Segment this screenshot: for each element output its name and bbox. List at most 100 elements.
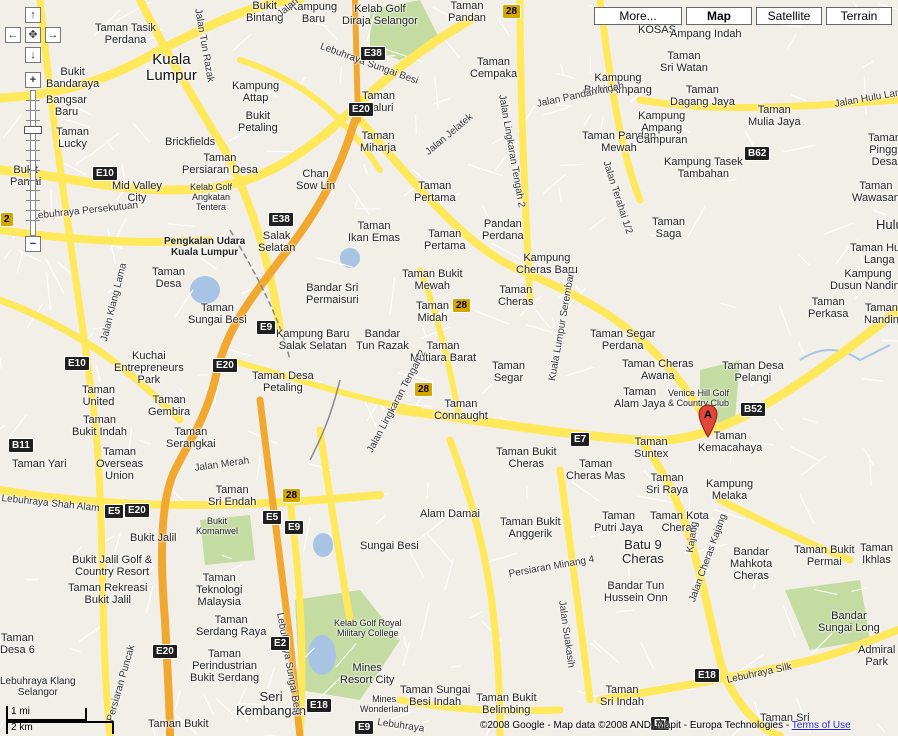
label-putri-jaya: Taman Putri Jaya <box>594 510 643 534</box>
label-chan-sow-lin: Chan Sow Lin <box>296 168 336 192</box>
label-desa-petaling: Taman Desa Petaling <box>252 370 314 394</box>
label-bukit-jalil: Bukit Jalil <box>130 532 177 544</box>
label-hulu-langat-taman: Taman Hulu Langa <box>850 242 898 266</box>
scale-km-label: 2 km <box>11 722 33 733</box>
label-brickfields: Brickfields <box>165 136 216 148</box>
label-pengkalan-udara: Pengkalan Udara Kuala Lumpur <box>164 236 246 258</box>
label-pandan-perdana: Pandan Perdana <box>482 218 524 242</box>
label-alam-damai: Alam Damai <box>420 508 480 520</box>
label-persiaran-desa: Taman Persiaran Desa <box>182 152 258 176</box>
map-type-bar: More... Map Satellite Terrain <box>594 7 892 25</box>
more-button[interactable]: More... <box>594 7 682 25</box>
label-salak-selatan: Salak Selatan <box>258 230 296 254</box>
shield-b52: B52 <box>740 402 767 417</box>
label-perindustrian-bukit-serdang: Taman Perindustrian Bukit Serdang <box>190 648 260 684</box>
label-bukit-pantai: Bukit Pantai <box>10 164 42 188</box>
map-type-satellite-button[interactable]: Satellite <box>756 7 822 25</box>
label-kampung-baru-salak: Kampung Baru Salak Selatan <box>276 328 350 352</box>
label-serdang-raya: Taman Serdang Raya <box>196 614 267 638</box>
zoom-out-button[interactable]: − <box>25 236 41 252</box>
label-mines-resort: Mines Resort City <box>340 662 395 686</box>
label-lebuhraya-klang-selangor: Lebuhraya Klang Selangor <box>0 676 76 698</box>
label-bukit-jalil-golf: Bukit Jalil Golf & Country Resort <box>72 554 153 578</box>
zoom-tick <box>26 170 40 171</box>
shield-e38-a: E38 <box>360 46 386 61</box>
label-taman-desa-6: Taman Desa 6 <box>0 632 35 656</box>
label-tasik-perdana: Taman Tasik Perdana <box>95 22 156 46</box>
map-canvas[interactable]: Kuala Lumpur Bukit Bintang Kampung Baru … <box>0 0 898 736</box>
label-bukit-komanwel: Bukit Komanwel <box>196 516 239 536</box>
label-serangkai: Taman Serangkai <box>166 426 216 450</box>
label-bukit-bandaraya: Bukit Bandaraya <box>46 66 100 90</box>
label-taman-cheras: Taman Cheras <box>498 284 534 308</box>
label-bukit-mewah: Taman Bukit Mewah <box>402 268 463 292</box>
label-connaught: Taman Connaught <box>434 398 488 422</box>
label-ampang-indah: Ampang Indah <box>670 28 742 40</box>
terms-of-use-link[interactable]: Terms of Use <box>792 720 851 731</box>
pan-center-button[interactable]: ✥ <box>25 27 41 43</box>
label-taman-miharja: Taman Miharja <box>360 130 397 154</box>
label-segar-perdana: Taman Segar Perdana <box>590 328 656 352</box>
shield-e10-b: E10 <box>64 356 90 371</box>
label-cheras-awana: Taman Cheras Awana <box>622 358 694 382</box>
label-pandan: Taman Pandan <box>448 0 486 24</box>
label-bandar-sri-permaisuri: Bandar Sri Permaisuri <box>306 282 359 306</box>
shield-e5-b: E5 <box>262 510 283 525</box>
shield-2: 2 <box>0 212 14 227</box>
label-tun-razak: Bandar Tun Razak <box>356 328 409 352</box>
shield-e20-c: E20 <box>124 503 150 518</box>
label-sri-raya: Taman Sri Raya <box>646 472 689 496</box>
label-bukit-belimbing: Taman Bukit Belimbing <box>476 692 537 716</box>
copyright-text: ©2008 Google - Map data ©2008 AND, Mapit… <box>480 720 792 731</box>
label-mahkota-cheras: Bandar Mahkota Cheras <box>730 546 773 582</box>
label-batu9-cheras: Batu 9 Cheras <box>622 537 664 566</box>
zoom-tick <box>26 100 40 101</box>
label-taman-segar: Taman Segar <box>492 360 526 384</box>
label-sungai-besi-taman: Taman Sungai Besi <box>188 302 247 326</box>
label-kelab-golf-diraja: Kelab Golf Diraja Selangor <box>342 3 418 27</box>
shield-e9-b: E9 <box>284 520 305 535</box>
shield-e38-b: E38 <box>268 212 294 227</box>
label-kelab-golf-royal: Kelab Golf Royal Military College <box>334 618 402 638</box>
label-kampung-tasek-tambahan: Kampung Tasek Tambahan <box>664 156 743 180</box>
label-taman-bukit: Taman Bukit <box>148 718 209 730</box>
zoom-tick <box>26 120 40 121</box>
shield-28-a: 28 <box>502 4 522 19</box>
zoom-slider-track[interactable] <box>30 90 36 236</box>
zoom-in-button[interactable]: + <box>25 72 41 88</box>
pan-down-button[interactable]: ↓ <box>25 47 41 63</box>
label-kampung-melaka: Kampung Melaka <box>706 478 754 502</box>
label-sungai-besi-indah: Taman Sungai Besi Indah <box>400 684 471 708</box>
label-sungai-besi: Sungai Besi <box>360 540 419 552</box>
map-type-map-button[interactable]: Map <box>686 7 752 25</box>
shield-e2: E2 <box>270 636 291 651</box>
label-alam-jaya: Taman Alam Jaya <box>614 386 666 410</box>
label-rekreasi-bukit-jalil: Taman Rekreasi Bukit Jalil <box>68 582 148 606</box>
shield-e20-b: E20 <box>212 358 238 373</box>
map-type-terrain-button[interactable]: Terrain <box>826 7 892 25</box>
label-bukit-permai: Taman Bukit Permai <box>794 544 855 568</box>
label-hulu: Hulu <box>876 217 898 232</box>
zoom-tick <box>26 190 40 191</box>
zoom-tick <box>26 110 40 111</box>
zoom-tick <box>26 180 40 181</box>
marker-pin-icon: A <box>698 404 718 438</box>
shield-e9-a: E9 <box>256 320 277 335</box>
pan-right-button[interactable]: → <box>45 27 61 43</box>
marker-letter: A <box>704 409 712 421</box>
label-taman-sri-indah: Taman Sri Indah <box>600 684 645 708</box>
pan-left-button[interactable]: ← <box>5 27 21 43</box>
label-taman-pertama: Taman Pertama <box>414 180 456 204</box>
zoom-slider-thumb[interactable] <box>24 126 42 134</box>
label-taman-lucky: Taman Lucky <box>56 126 90 150</box>
shield-b11: B11 <box>8 438 34 453</box>
pan-up-button[interactable]: ↑ <box>25 7 41 23</box>
shield-e10-a: E10 <box>92 166 118 181</box>
scale-bar: 1 mi 2 km <box>6 706 114 734</box>
label-suntex: Taman Suntex <box>634 436 669 460</box>
shield-e20-d: E20 <box>152 644 178 659</box>
label-taman-ikhlas: Taman Ikhlas <box>860 542 894 566</box>
label-kampung-dusun-nanding: Kampung Dusun Nanding <box>830 268 898 292</box>
label-kelab-golf-angkatan: Kelab Golf Angkatan Tentera <box>190 182 233 212</box>
label-taman-desa: Taman Desa <box>152 266 186 290</box>
